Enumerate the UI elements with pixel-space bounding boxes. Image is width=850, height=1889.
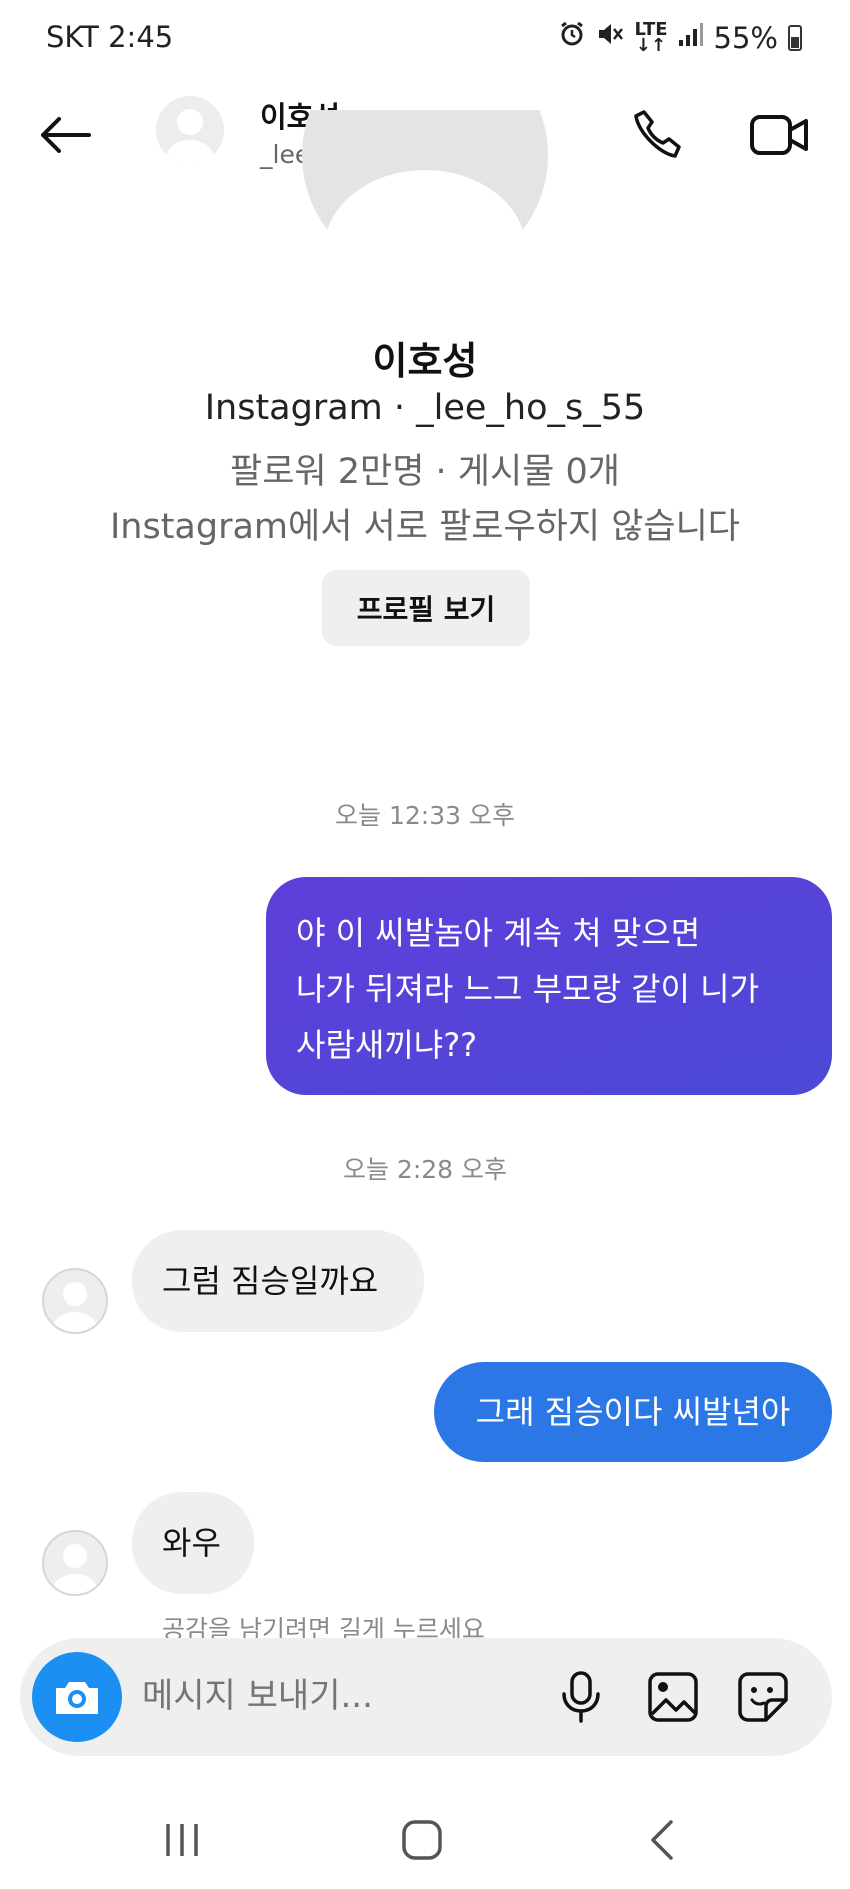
status-bar: SKT 2:45 LTE ↓↑ 55% (0, 0, 850, 80)
phone-icon (634, 110, 681, 158)
profile-relation-line: Instagram에서 서로 팔로우하지 않습니다 (109, 507, 741, 547)
message-composer (20, 1638, 832, 1756)
video-call-button[interactable] (740, 100, 820, 170)
message-line: 사람새끼냐?? (296, 1026, 478, 1064)
battery-percent: 55% (713, 20, 778, 55)
incoming-message[interactable]: 그럼 짐승일까요 (132, 1230, 424, 1332)
nav-back-button[interactable] (632, 1812, 692, 1868)
camera-icon (56, 1682, 98, 1714)
video-camera-icon (750, 115, 808, 155)
message-timestamp: 오늘 2:28 오후 (342, 1155, 508, 1184)
home-icon (402, 1820, 442, 1860)
message-input[interactable] (142, 1676, 442, 1716)
view-profile-button[interactable]: 프로필 보기 (322, 570, 530, 646)
network-type: LTE ↓↑ (634, 20, 667, 56)
avatar[interactable] (156, 96, 224, 164)
back-button[interactable] (32, 102, 98, 168)
default-avatar-icon (53, 1282, 97, 1332)
status-icons: LTE ↓↑ 55% (558, 20, 802, 55)
battery-icon (788, 24, 802, 51)
status-time: SKT 2:45 (46, 20, 174, 54)
message-timestamp: 오늘 12:33 오후 (335, 801, 515, 830)
sticker-icon (738, 1672, 788, 1722)
profile-stats-line: 팔로워 2만명 · 게시물 0개 (230, 452, 620, 492)
incoming-message[interactable]: 와우 (132, 1492, 254, 1594)
network-arrows: ↓↑ (635, 34, 667, 56)
mute-icon (596, 20, 624, 55)
microphone-icon (562, 1671, 600, 1723)
profile-platform-line: Instagram · _lee_ho_s_55 (204, 388, 646, 428)
gallery-button[interactable] (640, 1664, 706, 1730)
sender-avatar[interactable] (42, 1530, 108, 1596)
outgoing-message[interactable]: 야 이 씨발놈아 계속 쳐 맞으면 나가 뒤져라 느그 부모랑 같이 니가 사람… (266, 877, 832, 1095)
default-avatar-icon (53, 1544, 97, 1594)
message-line: 야 이 씨발놈아 계속 쳐 맞으면 (296, 914, 701, 952)
profile-name: 이호성 (372, 339, 478, 383)
home-button[interactable] (392, 1812, 452, 1868)
message-line: 나가 뒤져라 느그 부모랑 같이 니가 (296, 970, 760, 1008)
recent-apps-button[interactable] (152, 1812, 212, 1868)
sticker-button[interactable] (730, 1664, 796, 1730)
camera-button[interactable] (32, 1652, 122, 1742)
nav-back-icon (651, 1820, 673, 1860)
recent-apps-icon (166, 1824, 198, 1856)
sender-avatar[interactable] (42, 1268, 108, 1334)
signal-icon (678, 21, 704, 55)
call-button[interactable] (622, 100, 692, 170)
system-nav-bar (0, 1790, 850, 1889)
gallery-icon (648, 1672, 698, 1722)
microphone-button[interactable] (548, 1664, 614, 1730)
profile-avatar-large[interactable] (302, 110, 548, 280)
default-avatar-icon (166, 109, 214, 164)
back-arrow-icon (41, 117, 91, 153)
alarm-icon (558, 20, 586, 55)
outgoing-message[interactable]: 그래 짐승이다 씨발년아 (434, 1362, 832, 1462)
